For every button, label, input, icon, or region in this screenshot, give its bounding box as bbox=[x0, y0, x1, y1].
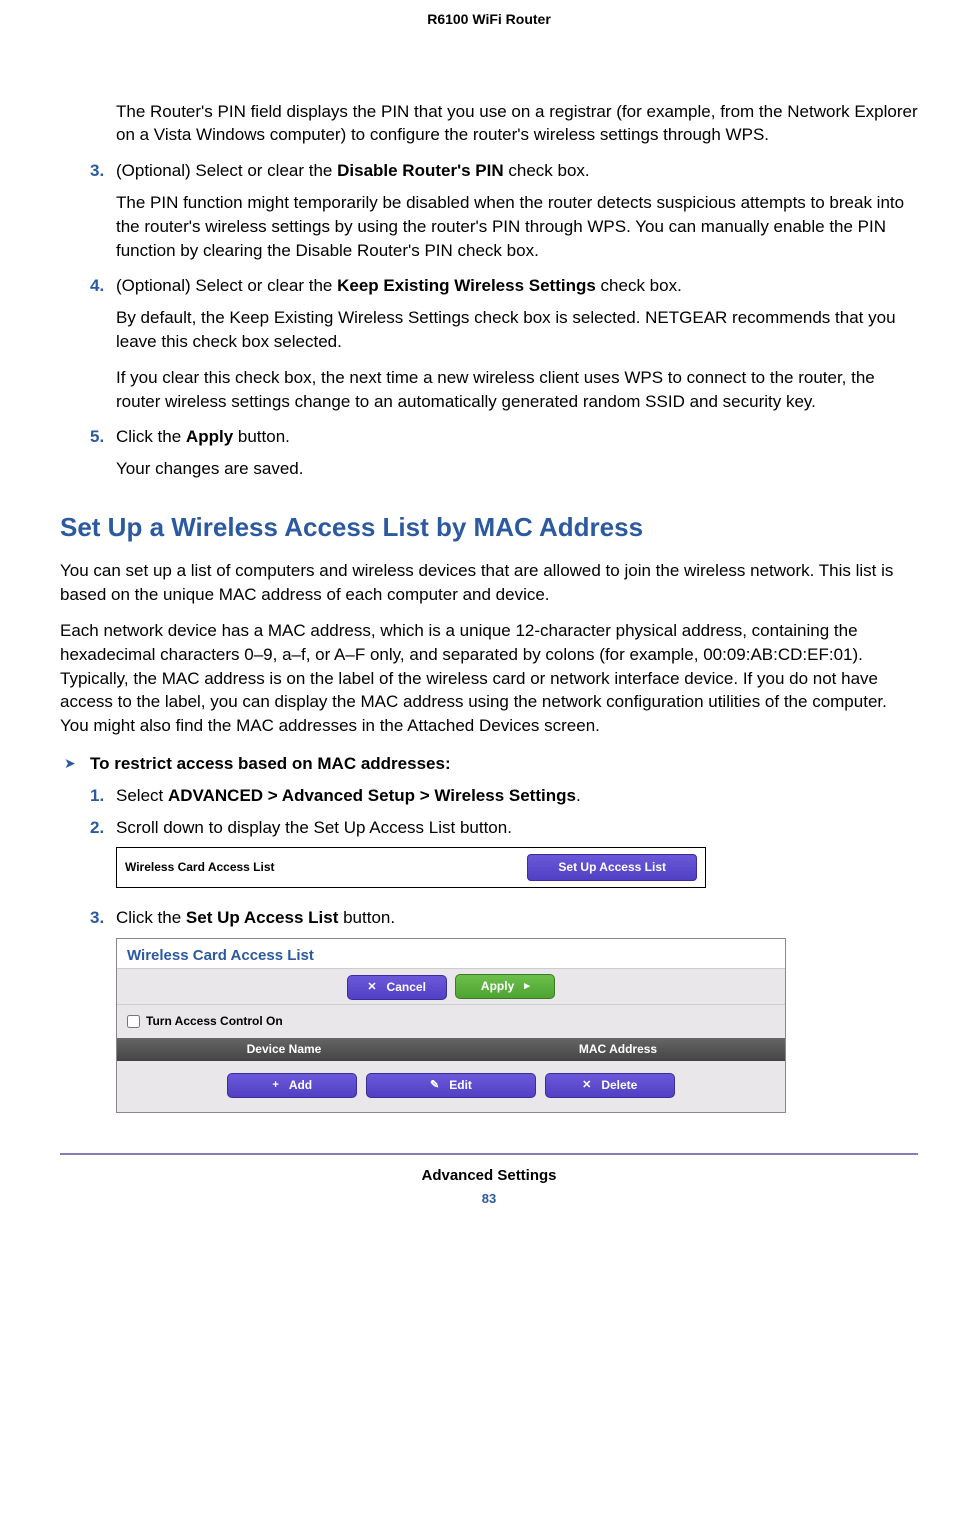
apply-button[interactable]: Apply ▸ bbox=[455, 974, 555, 999]
add-button[interactable]: + Add bbox=[227, 1073, 357, 1098]
screenshot-1: Wireless Card Access List Set Up Access … bbox=[116, 847, 918, 888]
step-number: 1. bbox=[90, 784, 116, 808]
step-4-detail-1: By default, the Keep Existing Wireless S… bbox=[116, 306, 918, 354]
step-3-detail: The PIN function might temporarily be di… bbox=[116, 191, 918, 262]
plus-icon: + bbox=[272, 1078, 278, 1093]
apply-label: Apply bbox=[481, 978, 514, 995]
arrow-right-icon: ▸ bbox=[524, 979, 530, 994]
step-4-detail-2: If you clear this check box, the next ti… bbox=[116, 366, 918, 414]
add-label: Add bbox=[289, 1077, 312, 1094]
section-p2: Each network device has a MAC address, w… bbox=[60, 619, 918, 738]
procedure-heading: ➤ To restrict access based on MAC addres… bbox=[90, 752, 918, 776]
footer-section: Advanced Settings bbox=[60, 1165, 918, 1186]
section-p1: You can set up a list of computers and w… bbox=[60, 559, 918, 607]
page-header: R6100 WiFi Router bbox=[60, 10, 918, 30]
procedure-title: To restrict access based on MAC addresse… bbox=[90, 752, 451, 776]
step-number: 4. bbox=[90, 274, 116, 298]
turn-access-control-checkbox[interactable] bbox=[127, 1015, 140, 1028]
step-5: 5. Click the Apply button. bbox=[90, 425, 918, 449]
footer-page-number: 83 bbox=[60, 1190, 918, 1208]
close-icon: ✕ bbox=[367, 980, 376, 995]
cancel-label: Cancel bbox=[387, 979, 426, 996]
step-number: 2. bbox=[90, 816, 116, 840]
step-text: Scroll down to display the Set Up Access… bbox=[116, 816, 918, 840]
pencil-icon: ✎ bbox=[430, 1078, 439, 1093]
table-header: Device Name MAC Address bbox=[117, 1038, 785, 1061]
ss1-label: Wireless Card Access List bbox=[125, 859, 527, 876]
proc-step-1: 1. Select ADVANCED > Advanced Setup > Wi… bbox=[90, 784, 918, 808]
col-device-name: Device Name bbox=[117, 1041, 451, 1058]
intro-paragraph: The Router's PIN field displays the PIN … bbox=[116, 100, 918, 148]
ss2-title: Wireless Card Access List bbox=[117, 939, 785, 969]
step-text: (Optional) Select or clear the Keep Exis… bbox=[116, 274, 918, 298]
page-footer: Advanced Settings 83 bbox=[60, 1153, 918, 1208]
cancel-button[interactable]: ✕ Cancel bbox=[347, 975, 447, 1000]
set-up-access-list-button[interactable]: Set Up Access List bbox=[527, 854, 697, 881]
delete-label: Delete bbox=[601, 1077, 637, 1094]
step-3: 3. (Optional) Select or clear the Disabl… bbox=[90, 159, 918, 183]
proc-step-2: 2. Scroll down to display the Set Up Acc… bbox=[90, 816, 918, 840]
edit-label: Edit bbox=[449, 1077, 472, 1094]
arrow-icon: ➤ bbox=[64, 752, 90, 776]
step-text: Click the Apply button. bbox=[116, 425, 918, 449]
col-mac-address: MAC Address bbox=[451, 1041, 785, 1058]
doc-title: R6100 WiFi Router bbox=[427, 11, 551, 27]
step-number: 3. bbox=[90, 906, 116, 930]
checkbox-label: Turn Access Control On bbox=[146, 1013, 283, 1030]
step-text: (Optional) Select or clear the Disable R… bbox=[116, 159, 918, 183]
step-number: 3. bbox=[90, 159, 116, 183]
screenshot-2: Wireless Card Access List ✕ Cancel Apply… bbox=[116, 938, 918, 1113]
step-4: 4. (Optional) Select or clear the Keep E… bbox=[90, 274, 918, 298]
step-number: 5. bbox=[90, 425, 116, 449]
step-5-detail: Your changes are saved. bbox=[116, 457, 918, 481]
close-icon: ✕ bbox=[582, 1078, 591, 1093]
step-text: Click the Set Up Access List button. bbox=[116, 906, 918, 930]
delete-button[interactable]: ✕ Delete bbox=[545, 1073, 675, 1098]
step-text: Select ADVANCED > Advanced Setup > Wirel… bbox=[116, 784, 918, 808]
proc-step-3: 3. Click the Set Up Access List button. bbox=[90, 906, 918, 930]
access-control-row: Turn Access Control On bbox=[117, 1005, 785, 1038]
edit-button[interactable]: ✎ Edit bbox=[366, 1073, 536, 1098]
section-title: Set Up a Wireless Access List by MAC Add… bbox=[60, 509, 918, 545]
